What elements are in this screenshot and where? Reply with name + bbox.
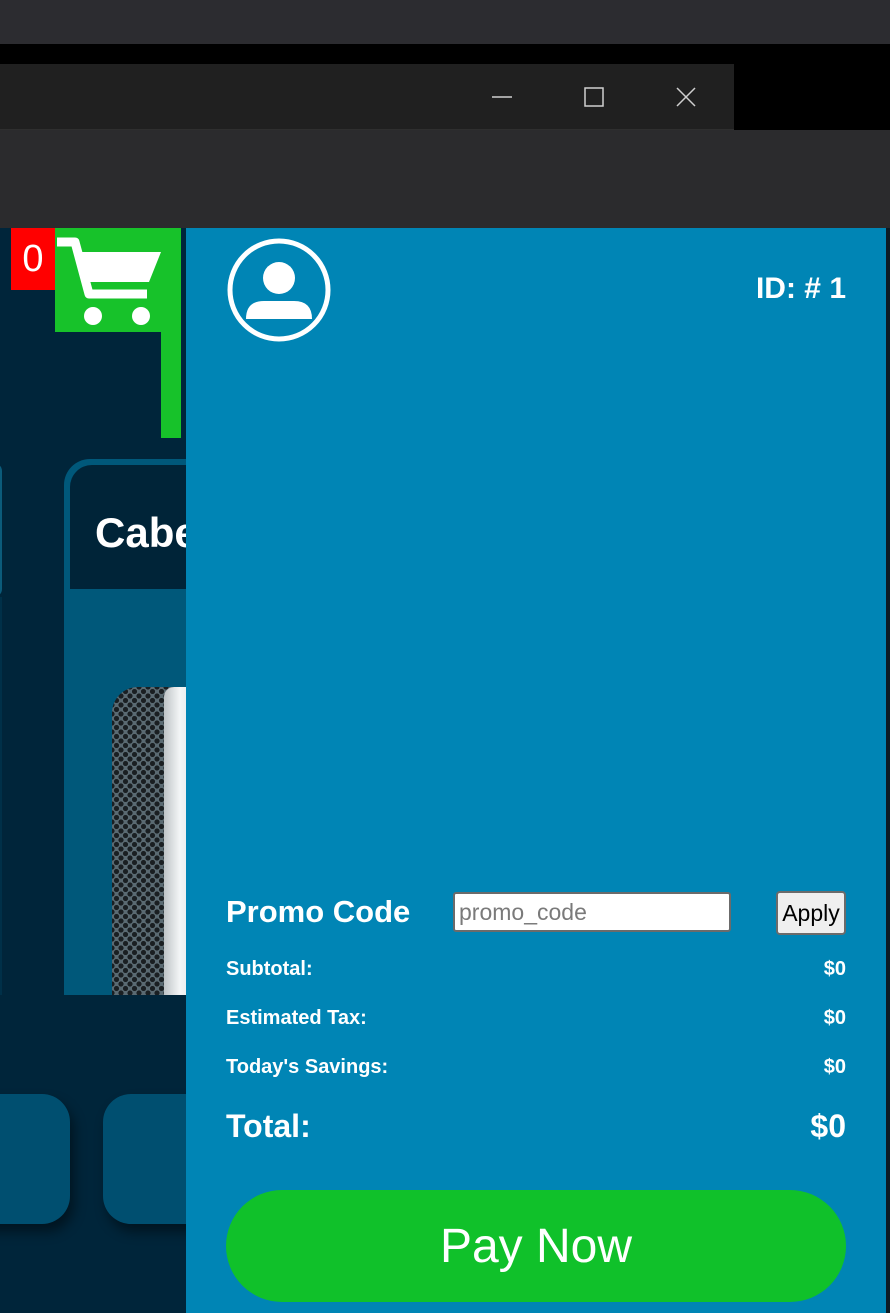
category-button[interactable] — [0, 1094, 70, 1224]
window-toolbar-area — [0, 130, 890, 228]
close-icon — [676, 87, 696, 107]
checkout-panel: ID: # 1 Promo Code Apply Subtotal: $0 Es… — [186, 228, 886, 1313]
total-value: $0 — [810, 1108, 846, 1144]
product-card-partial-body — [0, 597, 2, 995]
subtotal-value: $0 — [823, 958, 846, 980]
promo-code-input[interactable] — [453, 892, 731, 932]
savings-value: $0 — [823, 1056, 846, 1078]
estimated-tax-row: Estimated Tax: $0 — [226, 1007, 846, 1030]
close-button[interactable] — [640, 64, 732, 130]
promo-code-label: Promo Code — [226, 894, 411, 929]
product-card-header: Cabe — [70, 465, 204, 589]
savings-label: Today's Savings: — [226, 1056, 389, 1078]
product-title: Cabe — [95, 509, 198, 556]
total-row: Total: $0 — [226, 1108, 846, 1145]
scrollbar-track — [886, 228, 890, 1313]
minimize-button[interactable] — [456, 64, 548, 130]
pay-now-button[interactable]: Pay Now — [226, 1190, 846, 1302]
system-top-strip — [0, 0, 890, 44]
subtotal-row: Subtotal: $0 — [226, 958, 846, 981]
product-card-partial[interactable] — [0, 463, 2, 597]
cart-button[interactable] — [55, 228, 181, 332]
customer-id: ID: # 1 — [755, 272, 846, 305]
maximize-button[interactable] — [548, 64, 640, 130]
maximize-icon — [584, 87, 604, 107]
shopping-cart-icon — [57, 237, 161, 325]
savings-row: Today's Savings: $0 — [226, 1056, 846, 1079]
cart-tab-edge — [161, 330, 181, 438]
estimated-tax-label: Estimated Tax: — [226, 1007, 367, 1029]
estimated-tax-value: $0 — [823, 1007, 846, 1029]
product-card[interactable]: Cabe — [64, 459, 204, 995]
user-avatar-icon[interactable] — [226, 237, 332, 343]
minimize-icon — [492, 96, 512, 98]
cart-count-badge: 0 — [11, 228, 55, 290]
apply-promo-button[interactable]: Apply — [776, 891, 846, 935]
total-label: Total: — [226, 1108, 311, 1144]
subtotal-label: Subtotal: — [226, 958, 313, 980]
